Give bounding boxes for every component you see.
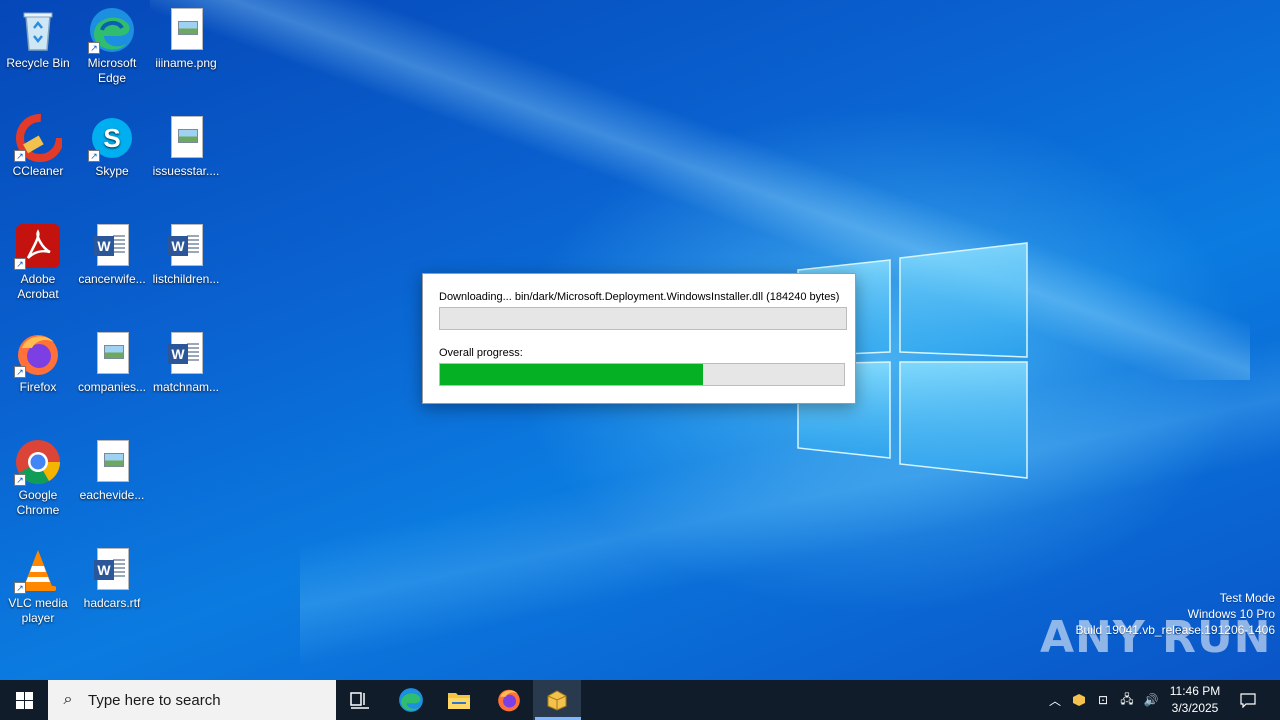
desktop-icon-cancerwife[interactable]: W cancerwife...	[74, 222, 150, 287]
taskbar-search-box[interactable]: ⌕ Type here to search	[48, 680, 336, 720]
icon-label: Firefox	[19, 380, 57, 394]
taskbar-edge-button[interactable]	[387, 680, 435, 720]
taskbar-clock[interactable]: 11:46 PM 3/3/2025	[1160, 680, 1230, 720]
desktop: Recycle Bin ↗ CCleaner ↗ Adobe Acrobat ↗…	[0, 0, 1280, 680]
image-file-icon	[88, 438, 136, 486]
watermark-line: Build 19041.vb_release.191206-1406	[1075, 623, 1276, 637]
icon-label: hadcars.rtf	[83, 596, 141, 610]
skype-icon: S ↗	[88, 114, 136, 162]
tray-app-icon[interactable]	[1068, 680, 1090, 720]
ccleaner-icon: ↗	[14, 114, 64, 162]
shortcut-arrow-icon: ↗	[88, 42, 100, 54]
recycle-bin-icon	[14, 6, 62, 54]
volume-button[interactable]: 🔊	[1140, 680, 1162, 720]
start-button[interactable]	[0, 680, 48, 720]
image-file-icon	[162, 6, 210, 54]
icon-label: Recycle Bin	[6, 56, 70, 70]
desktop-icon-google-chrome[interactable]: ↗ Google Chrome	[0, 438, 76, 518]
shortcut-arrow-icon: ↗	[14, 474, 26, 486]
icon-label: issuesstar....	[152, 164, 220, 178]
desktop-icon-firefox[interactable]: ↗ Firefox	[0, 330, 76, 395]
search-icon: ⌕	[63, 691, 73, 708]
word-document-icon: W	[162, 222, 210, 270]
icon-label: cancerwife...	[78, 272, 146, 286]
desktop-icon-skype[interactable]: S ↗ Skype	[74, 114, 150, 179]
firefox-icon: ↗	[14, 330, 62, 378]
image-file-icon	[162, 114, 210, 162]
shortcut-arrow-icon: ↗	[14, 150, 26, 162]
icon-label: eachevide...	[79, 488, 145, 502]
chrome-icon: ↗	[14, 438, 62, 486]
action-center-button[interactable]	[1234, 680, 1262, 720]
task-view-icon	[350, 692, 369, 709]
icon-label: VLC media player	[8, 596, 68, 625]
task-view-button[interactable]	[336, 680, 384, 720]
taskbar-file-explorer-button[interactable]	[435, 680, 483, 720]
word-document-icon: W	[88, 222, 136, 270]
taskbar-installer-app-button[interactable]	[533, 680, 581, 720]
installer-box-icon	[547, 690, 567, 711]
windows-start-icon	[15, 691, 33, 709]
svg-text:S: S	[103, 123, 120, 153]
overall-progress-fill	[440, 364, 703, 385]
taskbar: ⌕ Type here to search ︿ ⊡ 🖧 🔊 11:46 PM 3…	[0, 680, 1280, 720]
image-file-icon	[88, 330, 136, 378]
overall-progress-label: Overall progress:	[439, 347, 523, 359]
taskbar-firefox-button[interactable]	[485, 680, 533, 720]
shortcut-arrow-icon: ↗	[14, 366, 26, 378]
shortcut-arrow-icon: ↗	[88, 150, 100, 162]
network-icon: 🖧	[1120, 691, 1134, 706]
download-progress-dialog: Downloading... bin/dark/Microsoft.Deploy…	[422, 273, 856, 404]
usb-device-icon: ⊡	[1097, 693, 1109, 707]
desktop-icon-ccleaner[interactable]: ↗ CCleaner	[0, 114, 76, 179]
desktop-icon-recycle-bin[interactable]: Recycle Bin	[0, 6, 76, 71]
word-document-icon: W	[162, 330, 210, 378]
chevron-up-icon: ︿	[1048, 693, 1061, 708]
icon-label: iiiname.png	[155, 56, 217, 70]
icon-label: matchnam...	[152, 380, 220, 394]
desktop-icon-eachevide[interactable]: eachevide...	[74, 438, 150, 503]
watermark-line: Test Mode	[1219, 591, 1275, 605]
watermark-line: Windows 10 Pro	[1187, 607, 1275, 621]
desktop-icon-vlc[interactable]: ↗ VLC media player	[0, 546, 76, 626]
vlc-cone-icon: ↗	[14, 546, 62, 594]
notification-icon	[1240, 693, 1256, 708]
overall-progress-bar	[439, 363, 845, 386]
speaker-icon: 🔊	[1143, 693, 1159, 707]
file-progress-bar	[439, 307, 847, 330]
test-mode-watermark: Test Mode Windows 10 Pro Build 19041.vb_…	[1076, 590, 1276, 638]
word-document-icon: W	[88, 546, 136, 594]
adobe-acrobat-icon: ↗	[14, 222, 62, 270]
shortcut-arrow-icon: ↗	[14, 258, 26, 270]
firefox-icon	[498, 689, 520, 712]
edge-icon: ↗	[88, 6, 136, 54]
desktop-icon-issuesstar[interactable]: issuesstar....	[148, 114, 224, 179]
shortcut-arrow-icon: ↗	[14, 582, 26, 594]
icon-label: companies...	[77, 380, 147, 394]
icon-label: CCleaner	[12, 164, 64, 178]
tray-device-icon[interactable]: ⊡	[1092, 680, 1114, 720]
desktop-icon-matchnam[interactable]: W matchnam...	[148, 330, 224, 395]
download-status-text: Downloading... bin/dark/Microsoft.Deploy…	[439, 291, 840, 303]
file-explorer-folder-icon	[448, 693, 470, 709]
desktop-icon-hadcars[interactable]: W hadcars.rtf	[74, 546, 150, 611]
clock-time: 11:46 PM	[1169, 684, 1221, 698]
desktop-icon-iiiname[interactable]: iiiname.png	[148, 6, 224, 71]
icon-label: Google Chrome	[16, 488, 60, 517]
tray-shield-icon	[1073, 694, 1085, 706]
edge-icon	[399, 688, 423, 712]
network-button[interactable]: 🖧	[1116, 680, 1138, 720]
show-hidden-icons-button[interactable]: ︿	[1045, 680, 1065, 720]
icon-label: Adobe Acrobat	[17, 272, 59, 301]
icon-label: Microsoft Edge	[87, 56, 137, 85]
icon-label: listchildren...	[152, 272, 220, 286]
desktop-icon-listchildren[interactable]: W listchildren...	[148, 222, 224, 287]
search-placeholder: Type here to search	[88, 691, 221, 709]
desktop-icon-companies[interactable]: companies...	[74, 330, 150, 395]
desktop-icon-microsoft-edge[interactable]: ↗ Microsoft Edge	[74, 6, 150, 86]
icon-label: Skype	[95, 164, 129, 178]
clock-date: 3/3/2025	[1171, 701, 1219, 715]
desktop-icon-adobe-acrobat[interactable]: ↗ Adobe Acrobat	[0, 222, 76, 302]
